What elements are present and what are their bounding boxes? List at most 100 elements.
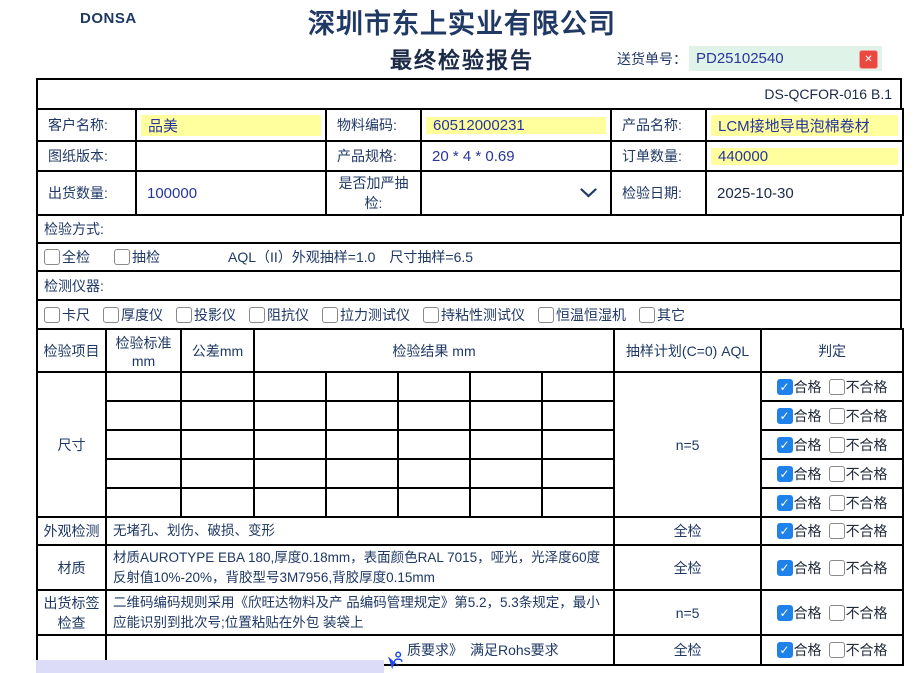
pass-checkbox[interactable]: ✓: [777, 408, 793, 424]
fail-checkbox[interactable]: [829, 523, 845, 539]
instrument-climate-chamber[interactable]: 恒温恒湿机: [538, 305, 626, 325]
thickness-gauge-checkbox[interactable]: [103, 307, 119, 323]
judge-cell: ✓合格 不合格: [761, 590, 903, 635]
instrument-thickness-gauge[interactable]: 厚度仪: [103, 305, 163, 325]
tolerance-cell[interactable]: [181, 430, 254, 459]
appearance-row: 外观检测 无堵孔、划伤、破损、变形 全检 ✓合格 不合格: [37, 517, 903, 545]
col-header-result: 检验结果 mm: [254, 329, 614, 372]
material-plan: 全检: [614, 545, 761, 590]
result-cell[interactable]: [398, 488, 470, 517]
instrument-adhesion-tester[interactable]: 持粘性测试仪: [423, 305, 525, 325]
spec-field[interactable]: 20 * 4 * 0.69: [421, 141, 611, 171]
customer-field[interactable]: 品美: [136, 109, 326, 141]
projector-checkbox[interactable]: [176, 307, 192, 323]
delivery-number-input[interactable]: PD25102540 ✕: [689, 46, 882, 71]
result-cell[interactable]: [398, 401, 470, 430]
dimension-row: ✓合格 不合格: [37, 401, 903, 430]
tolerance-cell[interactable]: [181, 459, 254, 488]
climate-chamber-checkbox[interactable]: [538, 307, 554, 323]
standard-cell[interactable]: [106, 430, 181, 459]
tolerance-cell[interactable]: [181, 401, 254, 430]
report-sheet: DS-QCFOR-016 B.1 客户名称: 品美 物料编码: 60512000…: [36, 78, 902, 666]
standard-cell[interactable]: [106, 459, 181, 488]
material-row: 材质 材质AUROTYPE EBA 180,厚度0.18mm，表面颜色RAL 7…: [37, 545, 903, 590]
result-cell[interactable]: [398, 459, 470, 488]
result-cell[interactable]: [326, 372, 398, 401]
result-cell[interactable]: [542, 372, 614, 401]
strict-inspection-select[interactable]: [421, 171, 611, 215]
section-dimension: 尺寸: [37, 372, 106, 517]
material-desc: 材质AUROTYPE EBA 180,厚度0.18mm，表面颜色RAL 7015…: [106, 545, 614, 590]
result-cell[interactable]: [470, 488, 542, 517]
other-checkbox[interactable]: [639, 307, 655, 323]
drawing-version-field[interactable]: [136, 141, 326, 171]
pass-checkbox[interactable]: ✓: [777, 642, 793, 658]
result-cell[interactable]: [326, 488, 398, 517]
sampling-checkbox[interactable]: [114, 249, 130, 265]
instrument-tension-tester[interactable]: 拉力测试仪: [322, 305, 410, 325]
fail-checkbox[interactable]: [829, 642, 845, 658]
impedance-checkbox[interactable]: [249, 307, 265, 323]
full-inspection-checkbox[interactable]: [44, 249, 60, 265]
label-check-plan: n=5: [614, 590, 761, 635]
method-option-full[interactable]: 全检: [44, 247, 90, 267]
instrument-projector[interactable]: 投影仪: [176, 305, 236, 325]
result-cell[interactable]: [326, 401, 398, 430]
standard-cell[interactable]: [106, 488, 181, 517]
result-cell[interactable]: [254, 401, 326, 430]
material-code-label: 物料编码:: [326, 109, 421, 141]
result-cell[interactable]: [542, 401, 614, 430]
result-cell[interactable]: [326, 459, 398, 488]
result-cell[interactable]: [470, 372, 542, 401]
result-cell[interactable]: [326, 430, 398, 459]
caliper-checkbox[interactable]: [44, 307, 60, 323]
fail-checkbox[interactable]: [829, 495, 845, 511]
col-header-plan: 抽样计划(C=0) AQL: [614, 329, 761, 372]
pass-checkbox[interactable]: ✓: [777, 495, 793, 511]
pass-checkbox[interactable]: ✓: [777, 523, 793, 539]
pass-checkbox[interactable]: ✓: [777, 437, 793, 453]
fail-checkbox[interactable]: [829, 605, 845, 621]
result-cell[interactable]: [542, 488, 614, 517]
result-cell[interactable]: [470, 430, 542, 459]
inspect-date-field[interactable]: 2025-10-30: [706, 171, 903, 215]
result-cell[interactable]: [254, 430, 326, 459]
result-cell[interactable]: [254, 488, 326, 517]
standard-cell[interactable]: [106, 401, 181, 430]
standard-cell[interactable]: [106, 372, 181, 401]
instrument-impedance[interactable]: 阻抗仪: [249, 305, 309, 325]
judge-cell: ✓合格 不合格: [761, 517, 903, 545]
tolerance-cell[interactable]: [181, 372, 254, 401]
product-name-field[interactable]: LCM接地导电泡棉卷材: [706, 109, 903, 141]
order-qty-field[interactable]: 440000: [706, 141, 903, 171]
chevron-down-icon[interactable]: [580, 188, 597, 198]
instrument-options: 卡尺 厚度仪 投影仪 阻抗仪 拉力测试仪 持粘性测试仪 恒温恒湿机 其它: [38, 305, 900, 325]
result-cell[interactable]: [542, 430, 614, 459]
adhesion-tester-checkbox[interactable]: [423, 307, 439, 323]
pass-checkbox[interactable]: ✓: [777, 605, 793, 621]
ship-qty-field[interactable]: 100000: [136, 171, 326, 215]
fail-checkbox[interactable]: [829, 408, 845, 424]
judge-cell: ✓合格 不合格: [761, 459, 903, 488]
fail-checkbox[interactable]: [829, 466, 845, 482]
pass-checkbox[interactable]: ✓: [777, 560, 793, 576]
material-code-field[interactable]: 60512000231: [421, 109, 611, 141]
fail-checkbox[interactable]: [829, 437, 845, 453]
method-option-sample[interactable]: 抽检: [114, 247, 160, 267]
result-cell[interactable]: [470, 459, 542, 488]
result-cell[interactable]: [542, 459, 614, 488]
result-cell[interactable]: [398, 372, 470, 401]
result-cell[interactable]: [254, 372, 326, 401]
instrument-caliper[interactable]: 卡尺: [44, 305, 90, 325]
tolerance-cell[interactable]: [181, 488, 254, 517]
result-cell[interactable]: [254, 459, 326, 488]
instrument-other[interactable]: 其它: [639, 305, 685, 325]
close-icon[interactable]: ✕: [859, 50, 878, 69]
pass-checkbox[interactable]: ✓: [777, 379, 793, 395]
fail-checkbox[interactable]: [829, 379, 845, 395]
result-cell[interactable]: [470, 401, 542, 430]
pass-checkbox[interactable]: ✓: [777, 466, 793, 482]
tension-tester-checkbox[interactable]: [322, 307, 338, 323]
result-cell[interactable]: [398, 430, 470, 459]
fail-checkbox[interactable]: [829, 560, 845, 576]
